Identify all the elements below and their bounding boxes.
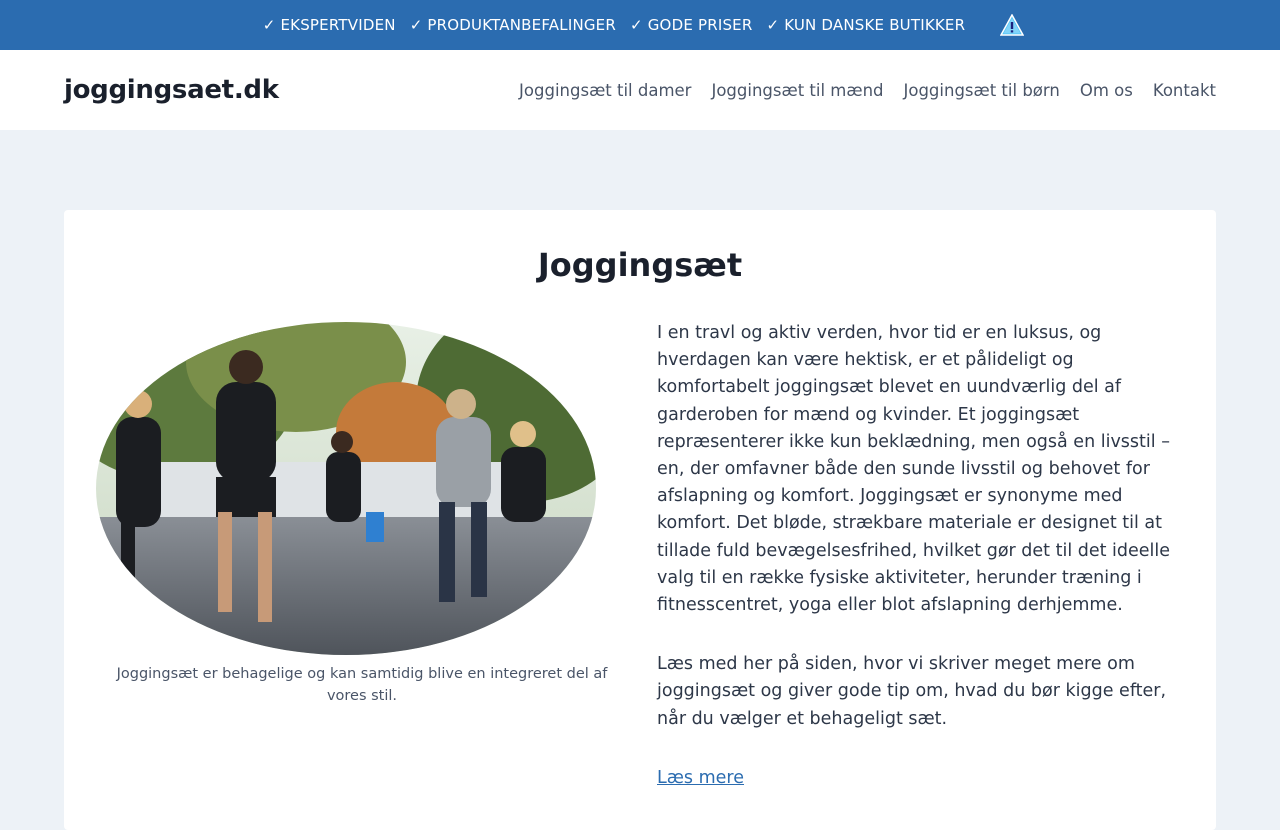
site-logo[interactable]: joggingsaet.dk: [64, 75, 279, 105]
nav-link-kids[interactable]: Joggingsæt til børn: [904, 81, 1060, 100]
usp-product-recommendations: ✓ PRODUKTANBEFALINGER: [409, 16, 616, 34]
nav-link-men[interactable]: Joggingsæt til mænd: [711, 81, 883, 100]
intro-paragraph: I en travl og aktiv verden, hvor tid er …: [657, 323, 1171, 616]
nav-link-contact[interactable]: Kontakt: [1153, 81, 1216, 100]
page-title: Joggingsæt: [537, 246, 743, 284]
hero-image-caption: Joggingsæt er behagelige og kan samtidig…: [116, 666, 608, 704]
nav-link-women[interactable]: Joggingsæt til damer: [519, 81, 691, 100]
top-usp-bar: ✓ EKSPERTVIDEN ✓ PRODUKTANBEFALINGER ✓ G…: [0, 0, 1280, 50]
hero-image-runners: [96, 322, 596, 655]
content-card: Joggingsæt Joggingsæt er behagelige og k…: [64, 210, 1216, 830]
intro-text: I en travl og aktiv verden, hvor tid er …: [657, 320, 1187, 792]
usp-expertise: ✓ EKSPERTVIDEN: [262, 16, 396, 34]
usp-good-prices: ✓ GODE PRISER: [630, 16, 753, 34]
site-header: joggingsaet.dk Joggingsæt til damer Jogg…: [0, 50, 1280, 130]
usp-danish-shops: ✓ KUN DANSKE BUTIKKER: [766, 16, 966, 34]
nav-link-about[interactable]: Om os: [1080, 81, 1133, 100]
read-on-paragraph: Læs med her på siden, hvor vi skriver me…: [657, 654, 1167, 729]
warning-icon[interactable]: [999, 13, 1025, 36]
main-nav: Joggingsæt til damer Joggingsæt til mænd…: [499, 81, 1216, 100]
hero-figure: Joggingsæt er behagelige og kan samtidig…: [96, 322, 628, 707]
read-more-link[interactable]: Læs mere: [657, 768, 744, 788]
